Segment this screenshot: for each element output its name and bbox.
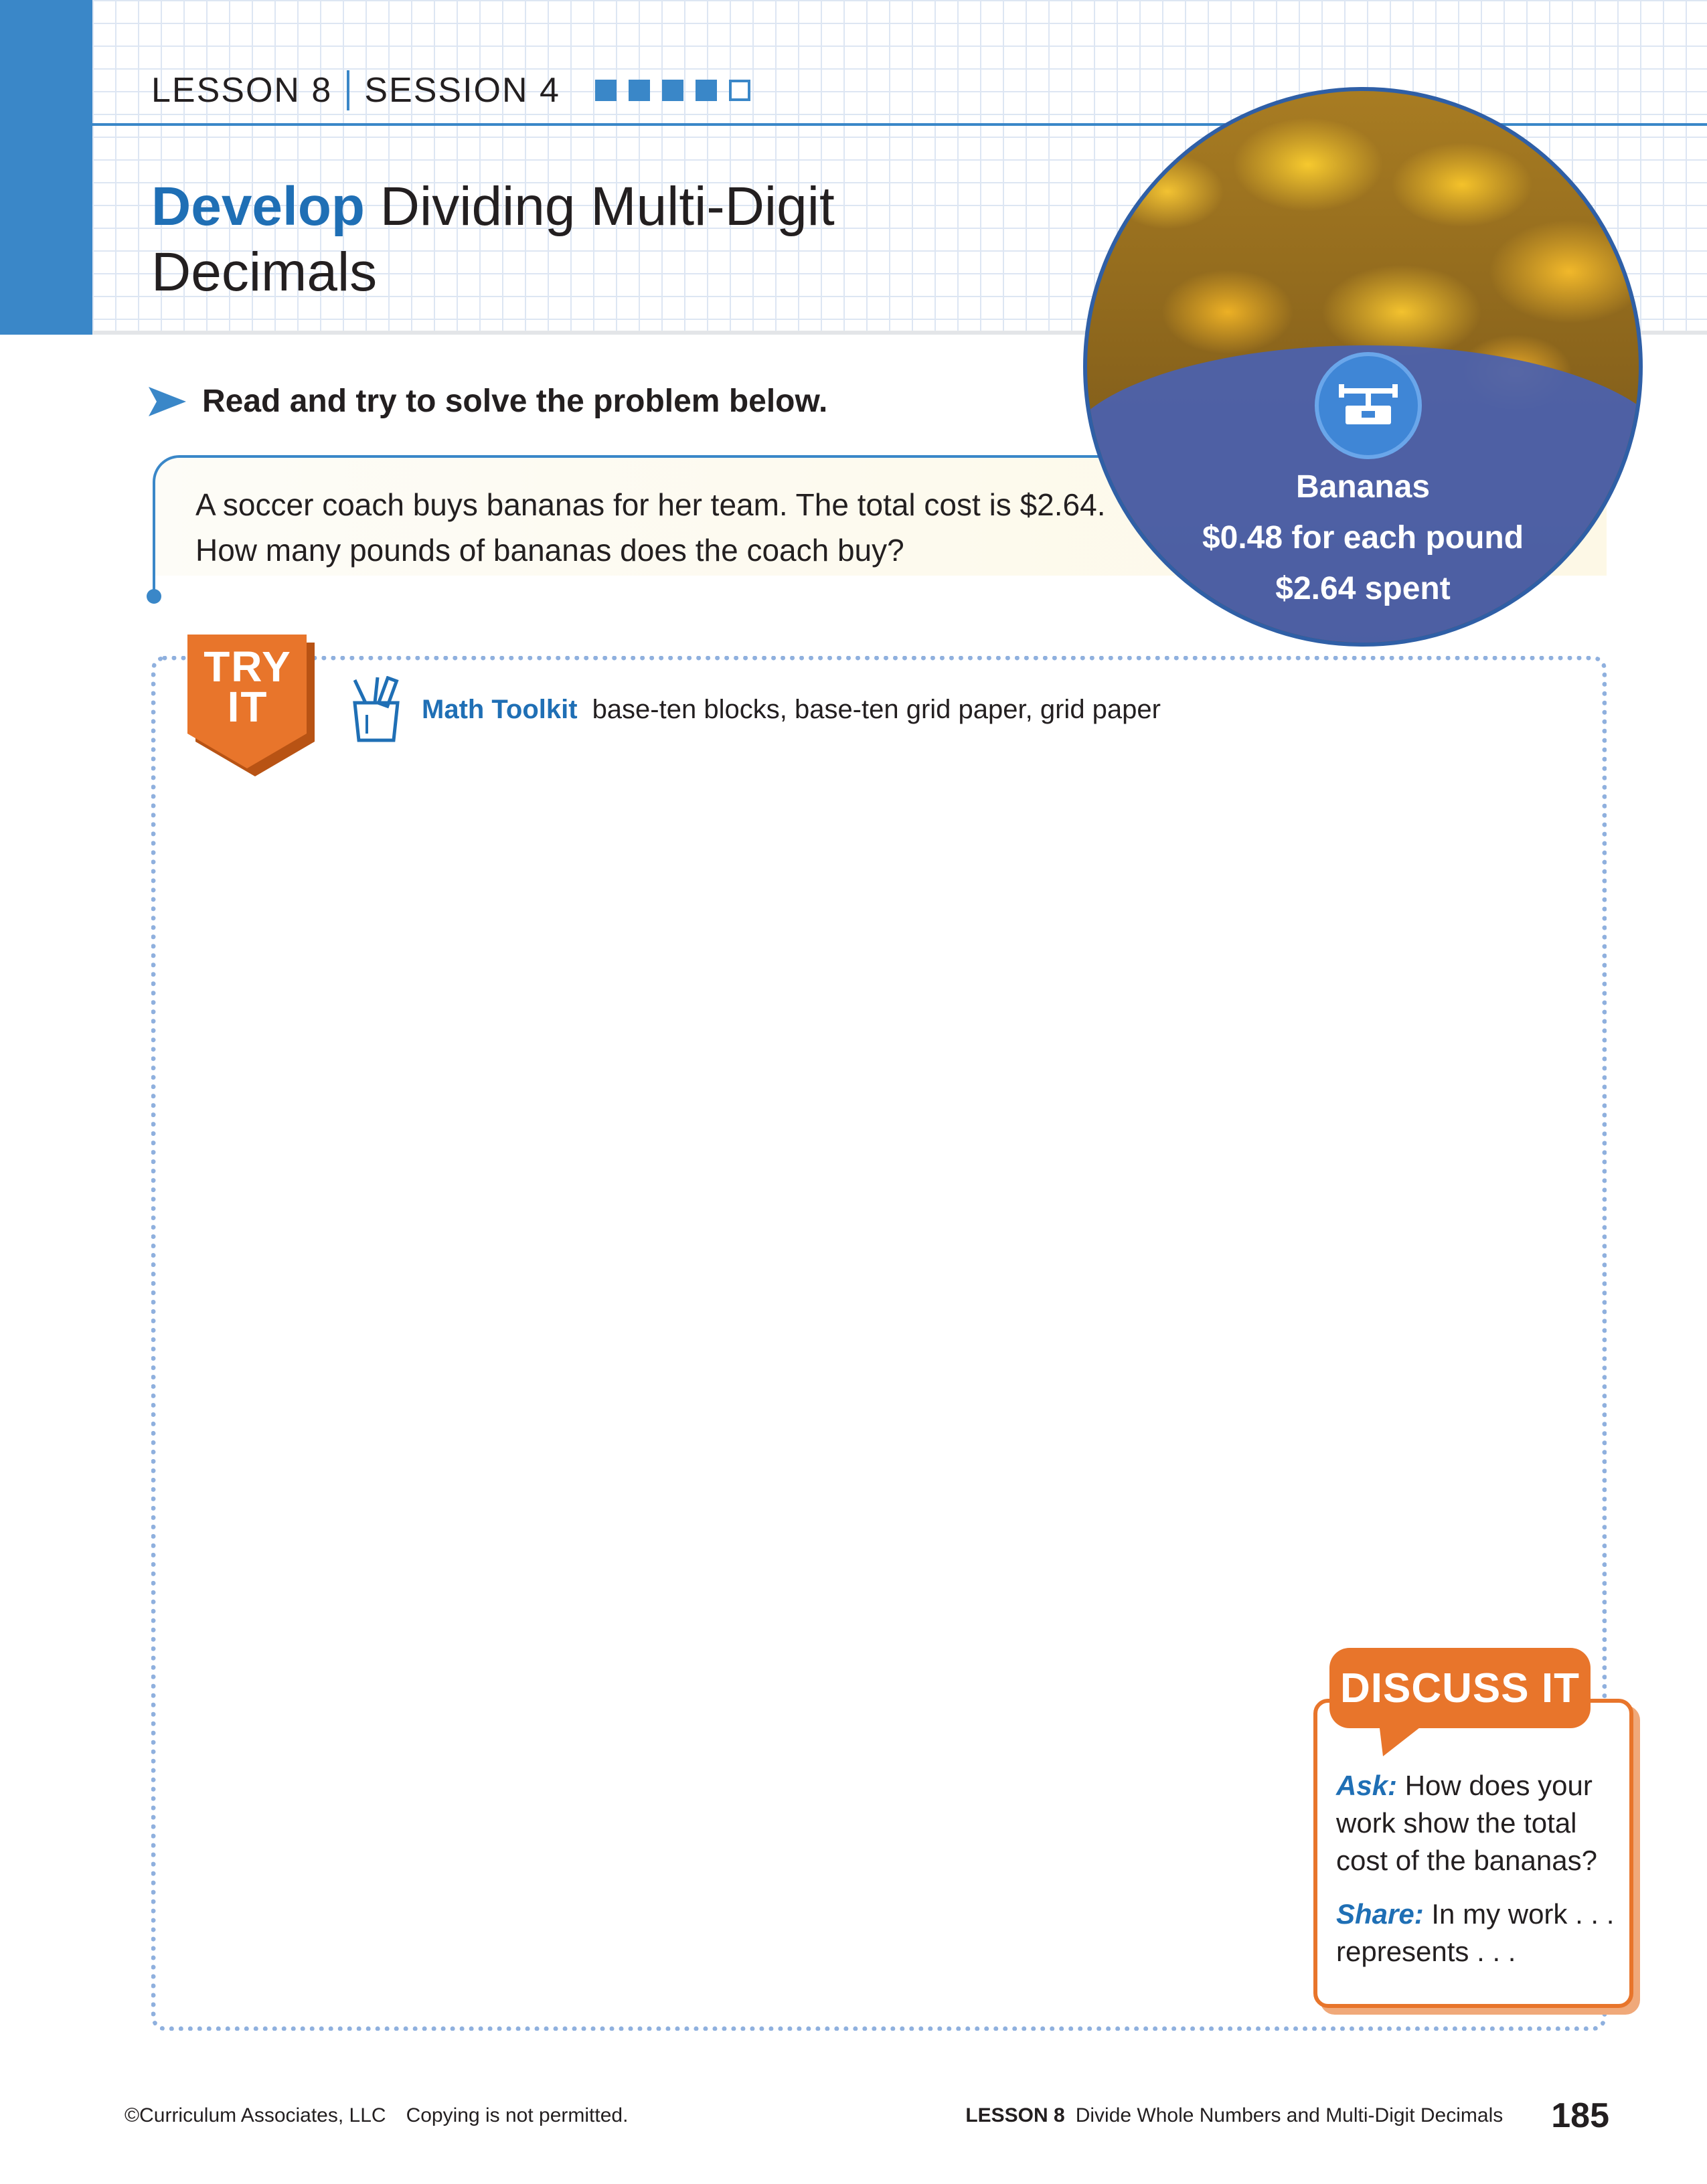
progress-square-empty xyxy=(728,80,750,101)
progress-square-complete xyxy=(628,80,650,101)
caption-line-2: $0.48 for each pound xyxy=(1202,520,1524,556)
progress-square-complete xyxy=(695,80,717,101)
problem-line-2: How many pounds of bananas does the coac… xyxy=(195,533,904,568)
ask-label: Ask: xyxy=(1336,1770,1398,1801)
footer-lesson-title: Divide Whole Numbers and Multi-Digit Dec… xyxy=(1075,2104,1503,2126)
instruction: Read and try to solve the problem below. xyxy=(149,383,827,420)
footer-left: ©Curriculum Associates, LLC Copying is n… xyxy=(125,2099,628,2132)
copy-notice: Copying is not permitted. xyxy=(406,2104,629,2126)
title-line-1: Dividing Multi-Digit xyxy=(380,176,835,237)
progress-square-complete xyxy=(661,80,683,101)
try-it-line-1: TRY xyxy=(204,643,292,691)
lesson-session-line: LESSON 8 SESSION 4 xyxy=(151,67,750,114)
photo-caption: Bananas $0.48 for each pound $2.64 spent xyxy=(1087,462,1639,614)
page-number: 185 xyxy=(1551,2096,1609,2135)
problem-line-1: A soccer coach buys bananas for her team… xyxy=(195,487,1106,522)
toolkit-label: Math Toolkit xyxy=(422,694,578,724)
discuss-it-title: DISCUSS IT xyxy=(1329,1648,1591,1728)
scale-icon-graphic xyxy=(1339,384,1398,424)
scale-icon xyxy=(1315,352,1422,459)
speech-pointer-icon xyxy=(1379,1723,1426,1756)
toolkit-items: base-ten blocks, base-ten grid paper, gr… xyxy=(592,694,1161,724)
arrow-right-icon xyxy=(149,386,186,416)
problem-text: A soccer coach buys bananas for her team… xyxy=(195,482,1146,573)
lesson-side-tab xyxy=(0,0,92,335)
discuss-it-body: Ask: How does your work show the total c… xyxy=(1336,1767,1617,1987)
footer-lesson-tag: LESSON 8 xyxy=(965,2104,1065,2126)
instruction-text: Read and try to solve the problem below. xyxy=(202,384,828,419)
share-prompt: Share: In my work . . . represents . . . xyxy=(1336,1896,1617,1970)
session-progress-indicator xyxy=(594,80,750,101)
page-title: Develop Dividing Multi-Digit Decimals xyxy=(151,174,1088,305)
title-line-2: Decimals xyxy=(151,242,378,303)
banana-photo: Bananas $0.48 for each pound $2.64 spent xyxy=(1083,87,1643,647)
progress-square-complete xyxy=(594,80,617,101)
copyright: ©Curriculum Associates, LLC xyxy=(125,2104,386,2126)
footer-right: LESSON 8 Divide Whole Numbers and Multi-… xyxy=(965,2096,1609,2135)
caption-line-3: $2.64 spent xyxy=(1275,571,1451,606)
lesson-label: LESSON 8 xyxy=(151,71,333,110)
session-label: SESSION 4 xyxy=(364,71,560,110)
math-toolkit: Math Toolkit base-ten blocks, base-ten g… xyxy=(348,676,1161,743)
ask-prompt: Ask: How does your work show the total c… xyxy=(1336,1767,1617,1879)
share-label: Share: xyxy=(1336,1898,1424,1930)
problem-box-dot xyxy=(147,589,161,604)
try-it-line-2: IT xyxy=(227,683,268,731)
try-it-label: TRY IT xyxy=(187,643,308,731)
title-emphasis: Develop xyxy=(151,176,365,237)
pencil-cup-icon xyxy=(353,676,400,742)
caption-line-1: Bananas xyxy=(1295,469,1431,505)
lesson-divider xyxy=(347,70,350,110)
